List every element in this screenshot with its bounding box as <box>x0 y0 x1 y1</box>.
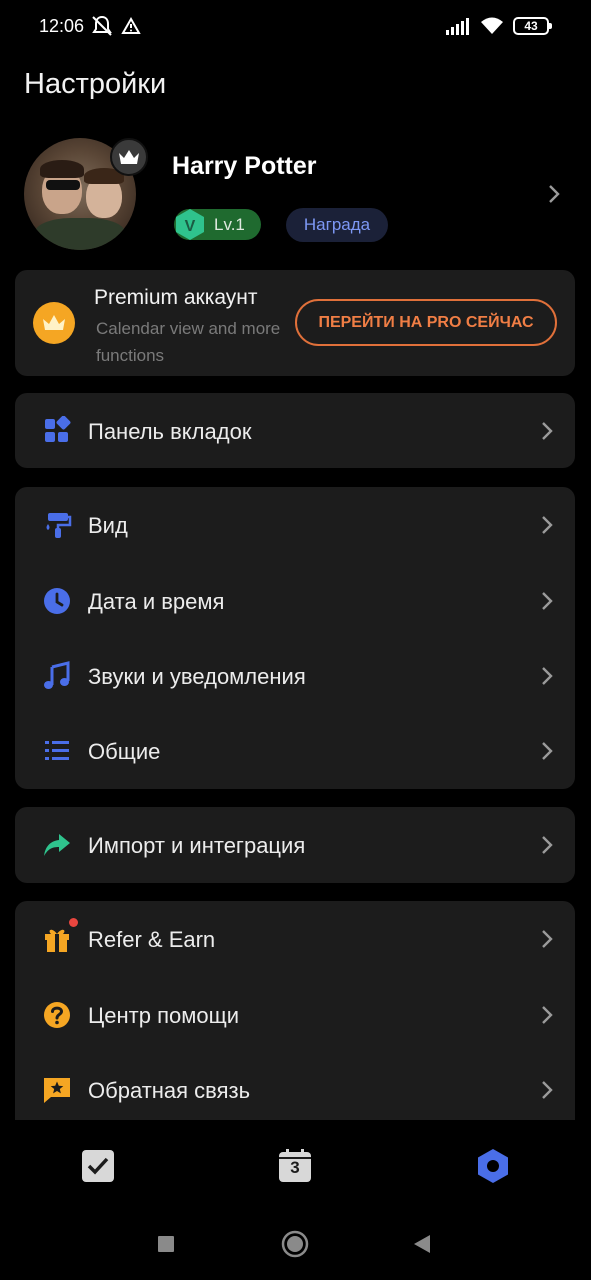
menu-item-label: Центр помощи <box>88 1003 239 1028</box>
crown-icon <box>33 302 75 344</box>
menu-item-date-time[interactable]: Дата и время <box>15 563 575 638</box>
chevron-right-icon <box>542 1006 553 1024</box>
chevron-right-icon <box>542 836 553 854</box>
menu-item-refer-earn[interactable]: Refer & Earn <box>15 901 575 976</box>
reward-button[interactable]: Награда <box>286 208 388 242</box>
menu-item-label: Звуки и уведомления <box>88 664 306 689</box>
chevron-right-icon <box>549 185 560 203</box>
recents-icon[interactable] <box>157 1235 175 1253</box>
menu-item-label: Импорт и интеграция <box>88 833 306 858</box>
list-settings-icon <box>45 741 69 760</box>
battery-icon: 43 <box>513 17 552 35</box>
premium-title: Premium аккаунт <box>94 286 258 309</box>
status-time: 12:06 <box>39 16 85 36</box>
wifi-icon <box>481 17 503 34</box>
system-navigation-bar <box>0 1212 591 1280</box>
level-badge[interactable]: V Lv.1 <box>174 209 261 240</box>
paint-roller-icon <box>46 513 72 538</box>
tab-bar-card: Панель вкладок <box>15 393 575 468</box>
dnd-off-icon <box>92 15 112 36</box>
menu-item-tab-bar[interactable]: Панель вкладок <box>15 393 575 468</box>
status-bar: 12:06 43 <box>0 0 591 56</box>
gift-icon <box>45 929 69 952</box>
tabs-grid-icon <box>45 416 71 442</box>
profile-section[interactable]: Harry Potter V Lv.1 Награда <box>24 138 575 250</box>
settings-tab-icon[interactable] <box>475 1148 511 1184</box>
clock-icon <box>44 588 70 614</box>
chevron-right-icon <box>542 1081 553 1099</box>
menu-item-label: Вид <box>88 513 128 538</box>
menu-item-feedback[interactable]: Обратная связь <box>15 1052 575 1127</box>
level-label: Lv.1 <box>214 215 245 234</box>
premium-subtitle: Calendar view and more functions <box>96 319 281 365</box>
menu-item-view[interactable]: Вид <box>15 487 575 562</box>
chevron-right-icon <box>542 592 553 610</box>
calendar-day-number: 3 <box>290 1158 300 1177</box>
menu-item-label: Общие <box>88 739 161 764</box>
menu-item-label: Refer & Earn <box>88 927 216 952</box>
menu-item-label: Обратная связь <box>88 1078 251 1103</box>
menu-item-general[interactable]: Общие <box>15 713 575 788</box>
settings-group-appearance: Вид Дата и время Звуки и уведомления Общ… <box>15 487 575 789</box>
menu-item-label: Панель вкладок <box>88 419 252 444</box>
signal-icon <box>446 18 469 35</box>
back-icon[interactable] <box>412 1234 432 1254</box>
feedback-star-icon <box>44 1078 70 1103</box>
go-pro-button[interactable]: ПЕРЕЙТИ НА PRO СЕЙЧАС <box>295 299 557 346</box>
menu-item-label: Дата и время <box>88 589 225 614</box>
svg-text:V: V <box>185 218 196 235</box>
chevron-right-icon <box>542 667 553 685</box>
help-icon <box>44 1002 70 1028</box>
menu-item-import[interactable]: Импорт и интеграция <box>15 807 575 882</box>
notification-dot <box>69 918 78 927</box>
chevron-right-icon <box>542 422 553 440</box>
music-note-icon <box>44 661 70 689</box>
crown-icon <box>110 138 148 176</box>
chevron-right-icon <box>542 930 553 948</box>
menu-item-sounds[interactable]: Звуки и уведомления <box>15 638 575 713</box>
chevron-right-icon <box>542 742 553 760</box>
level-hex-icon: V <box>176 209 204 240</box>
premium-card[interactable]: Premium аккаунт Calendar view and more f… <box>15 270 575 376</box>
bottom-nav: 3 <box>0 1120 591 1212</box>
import-card: Импорт и интеграция <box>15 807 575 883</box>
alert-icon <box>121 16 141 34</box>
profile-name: Harry Potter <box>172 152 317 180</box>
menu-item-help-center[interactable]: Центр помощи <box>15 977 575 1052</box>
tasks-tab-icon[interactable] <box>80 1148 116 1184</box>
share-arrow-icon <box>44 834 70 856</box>
home-icon[interactable] <box>281 1230 309 1258</box>
calendar-tab-icon[interactable]: 3 <box>277 1148 313 1184</box>
chevron-right-icon <box>542 516 553 534</box>
page-title: Настройки <box>24 68 167 100</box>
settings-group-support: Refer & Earn Центр помощи Обратная связь <box>15 901 575 1131</box>
